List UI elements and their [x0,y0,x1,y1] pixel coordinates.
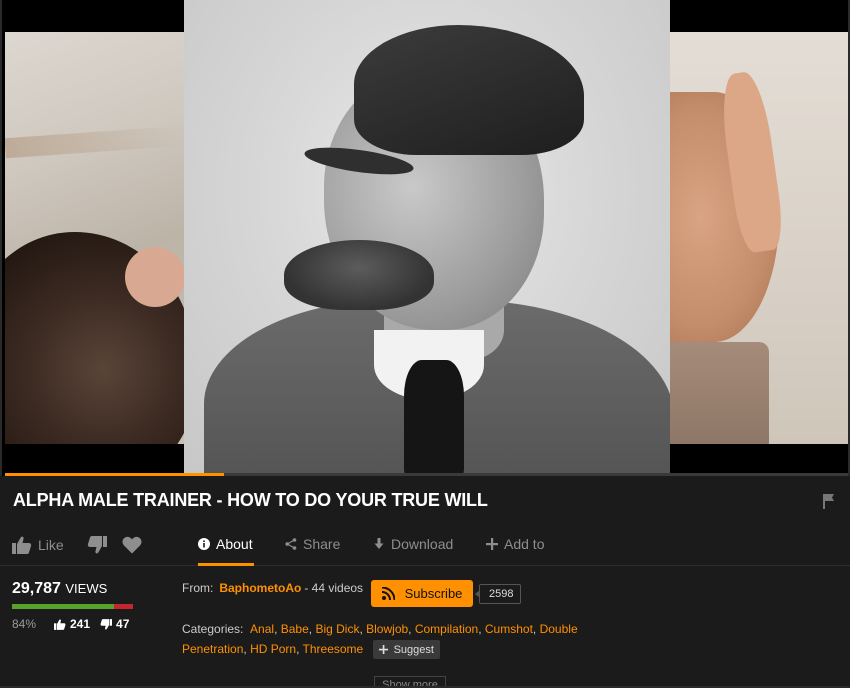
thumbs-up-icon [54,618,66,630]
thumbs-up-icon [12,536,32,554]
rating-bar-fill [12,604,114,609]
like-button[interactable]: Like [12,536,64,554]
tab-share[interactable]: Share [285,536,340,552]
title-row: ALPHA MALE TRAINER - HOW TO DO YOUR TRUE… [0,476,850,526]
category-link[interactable]: Blowjob [366,622,408,636]
suggest-label: Suggest [393,643,434,656]
video-frame-left [5,32,185,444]
from-label: From: [182,581,214,595]
rating-stats: 84% 241 47 [12,617,139,631]
thumbs-down-icon [100,618,113,630]
plus-icon [378,645,388,655]
video-player[interactable] [0,0,850,476]
category-link[interactable]: Cumshot [485,622,533,636]
tab-about-label: About [216,536,253,552]
rating-bar [12,604,133,609]
view-count-unit: VIEWS [65,581,108,596]
category-link[interactable]: Compilation [415,622,478,636]
info-icon [198,538,210,550]
suggest-button[interactable]: Suggest [372,640,440,660]
dislike-count: 47 [116,617,130,631]
categories-label: Categories: [182,622,244,636]
thumbs-down-icon [87,536,107,554]
video-frame-right [669,32,848,444]
flag-icon[interactable] [822,493,836,509]
rating-percent: 84% [12,617,37,631]
heart-icon [122,536,142,554]
dislike-button[interactable] [87,536,107,554]
category-link[interactable]: HD Porn [250,642,296,656]
uploader-row: From: BaphometoAo - 44 videos [182,581,363,595]
uploader-link[interactable]: BaphometoAo [219,581,301,595]
download-icon [374,538,384,549]
video-info-panel: 29,787 VIEWS 84% 241 47 From: BaphometoA… [0,567,850,688]
subscriber-count: 2598 [474,584,522,604]
portrait-image [184,0,670,474]
video-title: ALPHA MALE TRAINER - HOW TO DO YOUR TRUE… [13,490,488,510]
category-link[interactable]: Big Dick [315,622,359,636]
subscribe-label: Subscribe [404,586,463,601]
action-bar: Like About Share Download Add to [0,526,850,566]
like-count: 241 [70,617,91,631]
tab-add-to-label: Add to [504,536,545,552]
active-tab-indicator [198,563,254,566]
tab-share-label: Share [303,536,341,552]
tab-download-label: Download [391,536,454,552]
view-count: 29,787 VIEWS [12,580,107,598]
share-icon [285,538,297,550]
category-link[interactable]: Threesome [303,642,364,656]
category-link[interactable]: Babe [281,622,309,636]
view-count-number: 29,787 [12,580,61,597]
tab-about[interactable]: About [198,536,253,552]
rss-icon [381,587,395,600]
plus-icon [486,538,498,550]
subscribe-button[interactable]: Subscribe [371,580,473,607]
favorite-button[interactable] [122,536,142,554]
category-link[interactable]: Anal [250,622,274,636]
categories: Categories: Anal, Babe, Big Dick, Blowjo… [182,619,602,660]
tab-download[interactable]: Download [373,536,453,552]
uploader-video-count: - 44 videos [304,581,364,595]
tab-add-to[interactable]: Add to [486,536,544,552]
like-label: Like [38,537,64,553]
